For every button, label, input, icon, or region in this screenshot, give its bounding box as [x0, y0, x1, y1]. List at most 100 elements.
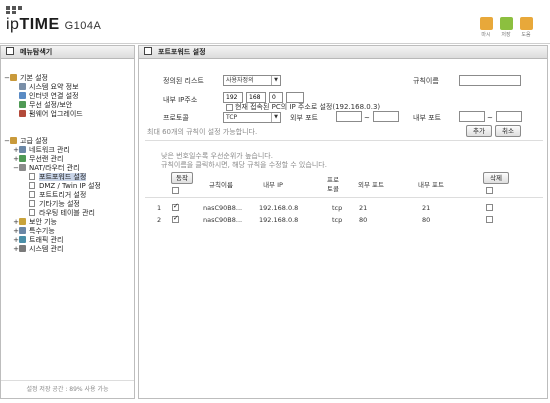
row-delete-checkbox[interactable] [486, 204, 493, 211]
row-enabled-checkbox[interactable] [172, 214, 179, 223]
row-internal-ip: 192.168.0.8 [259, 216, 299, 224]
row-rule-name-link[interactable]: nasC90B8... [203, 204, 242, 212]
preset-select[interactable]: 사용자정의 ▼ [223, 75, 281, 86]
add-button[interactable]: 추가 [466, 125, 492, 137]
menu-item-routing[interactable]: 라우팅 테이블 관리 [29, 209, 95, 218]
table-divider [145, 197, 543, 198]
menu-item-nat[interactable]: − NAT/라우터 관리 [13, 164, 80, 173]
internal-port-start[interactable] [459, 111, 485, 122]
rule-name-label: 규칙이름 [413, 77, 439, 85]
brand-logo: ipTIME G104A [6, 16, 102, 33]
menu-basic[interactable]: − 기본 설정 [4, 74, 48, 83]
header-external-port: 외부 포트 [358, 181, 384, 189]
row-internal-ip: 192.168.0.8 [259, 204, 299, 212]
menu-item-firmware[interactable]: 펌웨어 업그레이드 [19, 110, 83, 119]
wlan-icon [19, 155, 26, 162]
menu-item-system[interactable]: + 시스템 관리 [13, 245, 63, 254]
internet-icon [19, 92, 26, 99]
page-title: 포트포워드 설정 [158, 48, 206, 56]
use-current-ip-checkbox[interactable] [226, 104, 233, 111]
home-icon [479, 17, 493, 30]
sidebar: 메뉴탐색기 − 기본 설정 시스템 요약 정보 인터넷 연결 설정 무선 설정/보… [0, 45, 135, 399]
traffic-icon [19, 236, 26, 243]
row-enabled-checkbox[interactable] [172, 202, 179, 211]
row-internal-port: 21 [422, 204, 431, 212]
row-delete-checkbox[interactable] [486, 216, 493, 223]
row-external-port: 80 [359, 216, 368, 224]
header-button-help[interactable]: 도움 [518, 17, 534, 38]
menu-item-internet[interactable]: 인터넷 연결 설정 [19, 92, 79, 101]
internal-ip-label: 내부 IP주소 [163, 96, 198, 104]
folder-icon [10, 74, 17, 81]
rule-name-input[interactable] [459, 75, 521, 86]
wireless-icon [19, 101, 26, 108]
select-all-enabled-checkbox[interactable] [172, 187, 179, 194]
delete-button[interactable]: 삭제 [483, 172, 509, 184]
menu-item-misc[interactable]: 기타기능 설정 [29, 200, 80, 209]
max-rules-note: 최대 60개의 규칙이 설정 가능합니다. [147, 128, 258, 136]
storage-status: 설정 저장 공간 : 89% 사용 가능 [1, 380, 134, 398]
settings-icon [144, 47, 152, 55]
row-number: 1 [157, 204, 162, 212]
header-button-save[interactable]: 저장 [498, 17, 514, 38]
main-panel: 포트포워드 설정 정의된 리스트 사용자정의▼ 규칙이름 내부 IP주소 현재 … [138, 45, 548, 399]
row-internal-port: 80 [422, 216, 431, 224]
page-icon [29, 209, 35, 216]
header-button-home[interactable]: 마시 [478, 17, 494, 38]
select-all-delete-checkbox[interactable] [486, 187, 493, 194]
page-icon [29, 182, 35, 189]
router-icon [19, 164, 26, 171]
sidebar-header: 메뉴탐색기 [1, 46, 134, 59]
menu-item-wlan[interactable]: + 무선랜 관리 [13, 155, 63, 164]
tilde-1: ~ [364, 114, 370, 122]
chevron-down-icon: ▼ [271, 113, 280, 122]
sidebar-title: 메뉴탐색기 [20, 48, 53, 56]
internal-port-end[interactable] [496, 111, 522, 122]
row-rule-name-link[interactable]: nasC90B8... [203, 216, 242, 224]
divider [145, 140, 543, 141]
tilde-2: ~ [487, 114, 493, 122]
header-rule-name: 규칙이름 [209, 181, 233, 189]
folder-icon [10, 137, 17, 144]
cancel-button[interactable]: 취소 [495, 125, 521, 137]
row-number: 2 [157, 216, 162, 224]
menu-item-summary[interactable]: 시스템 요약 정보 [19, 83, 79, 92]
app-header: ipTIME G104A 마시 저장 도움 [0, 0, 550, 44]
system-icon [19, 83, 26, 90]
menu-item-security[interactable]: + 보안 기능 [13, 218, 57, 227]
protocol-label: 프로토콜 [163, 114, 189, 122]
external-port-start[interactable] [336, 111, 362, 122]
menu-item-port-forward[interactable]: 포트포워드 설정 [29, 173, 87, 182]
main-header: 포트포워드 설정 [139, 46, 547, 59]
external-port-end[interactable] [373, 111, 399, 122]
lock-icon [19, 218, 26, 225]
page-icon [29, 173, 35, 180]
menu-item-wireless[interactable]: 무선 설정/보안 [19, 101, 72, 110]
header-internal-ip: 내부 IP [263, 181, 283, 189]
save-icon [499, 17, 513, 30]
protocol-select[interactable]: TCP ▼ [223, 112, 281, 123]
preset-label: 정의된 리스트 [163, 77, 204, 85]
edit-note: 규칙이름을 클릭하시면, 해당 규칙을 수정할 수 있습니다. [161, 161, 327, 169]
header-buttons: 마시 저장 도움 [478, 17, 538, 41]
firmware-icon [19, 110, 26, 117]
system-admin-icon [19, 245, 26, 252]
network-icon [19, 146, 26, 153]
page-icon [29, 191, 35, 198]
menu-item-network[interactable]: + 네트워크 관리 [13, 146, 70, 155]
internal-port-label: 내부 포트 [413, 114, 441, 122]
logo-mark [6, 6, 26, 14]
action-button[interactable]: 동작 [171, 172, 193, 184]
explorer-icon [6, 47, 14, 55]
help-icon [519, 17, 533, 30]
page-icon [29, 200, 35, 207]
menu-item-port-trigger[interactable]: 포트트리거 설정 [29, 191, 86, 200]
header-protocol-1: 프로 [327, 176, 339, 184]
menu-item-dmz[interactable]: DMZ / Twin IP 설정 [29, 182, 101, 191]
external-port-label: 외부 포트 [290, 114, 318, 122]
header-protocol-2: 토콜 [327, 185, 339, 193]
menu-item-special[interactable]: + 특수기능 [13, 227, 55, 236]
menu-item-traffic[interactable]: + 트래픽 관리 [13, 236, 63, 245]
menu-advanced[interactable]: − 고급 설정 [4, 137, 48, 146]
row-external-port: 21 [359, 204, 368, 212]
